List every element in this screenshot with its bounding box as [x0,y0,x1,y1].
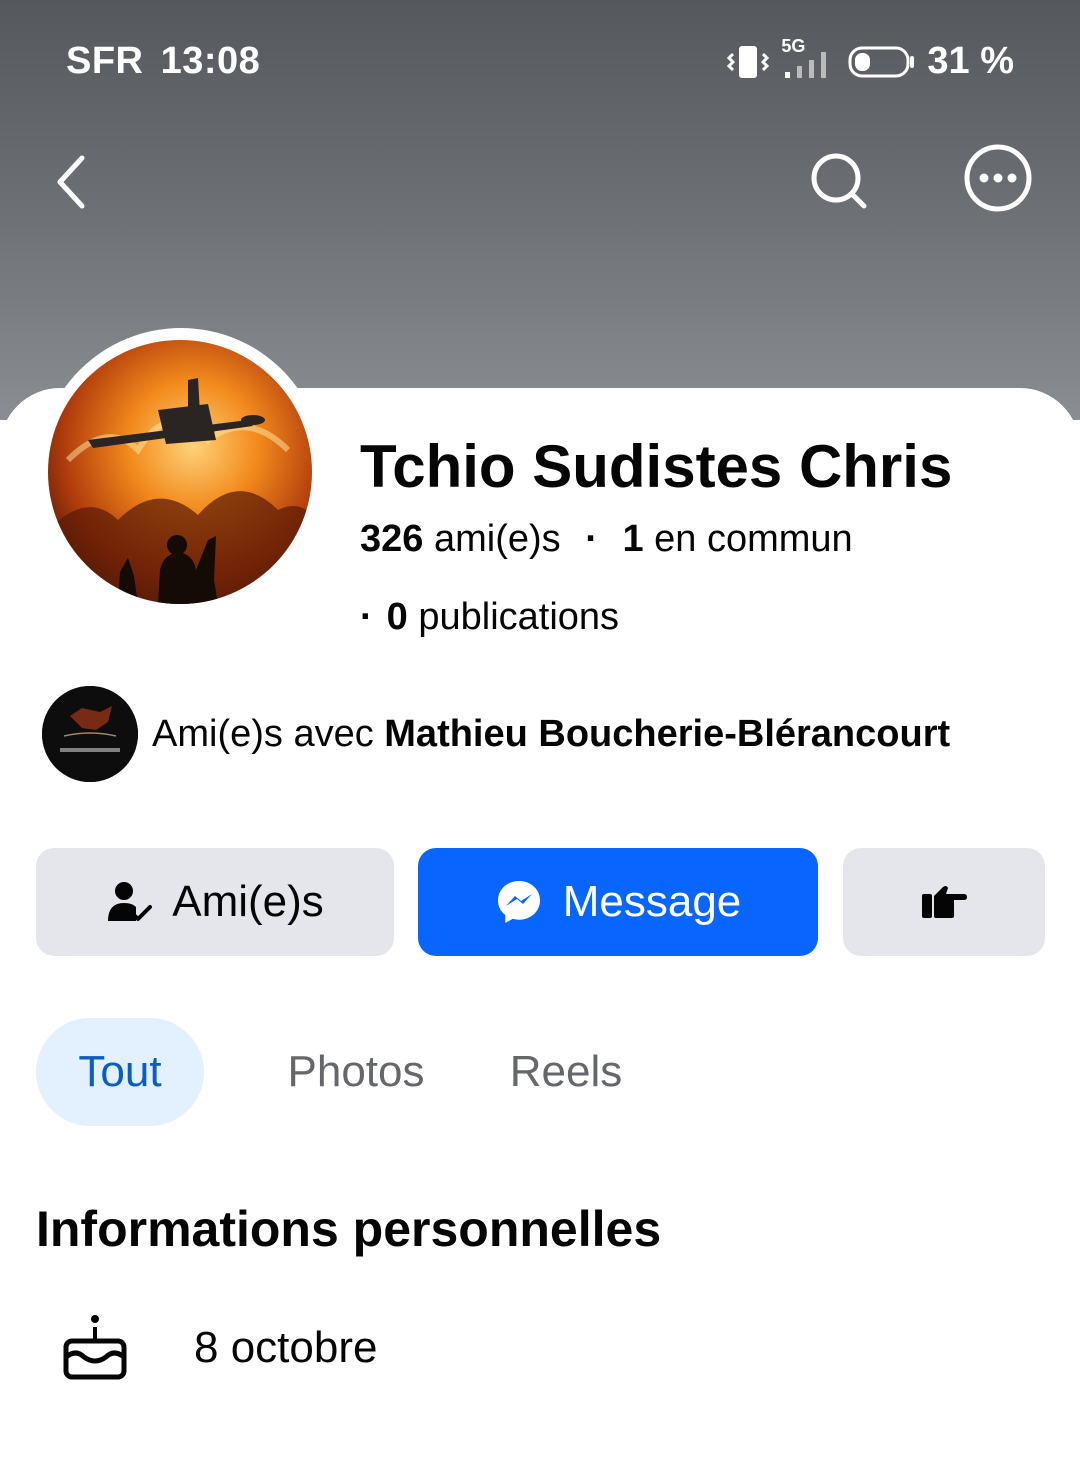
clock: 13:08 [160,40,261,82]
friends-label[interactable]: ami(e)s [434,518,561,560]
tab-photos[interactable]: Photos [256,1018,456,1126]
poke-button[interactable] [843,848,1045,956]
vibrate-icon [725,42,771,82]
mutual-friend-text[interactable]: Ami(e)s avec Mathieu Boucherie-Blérancou… [152,713,950,756]
signal-icon: 5G [781,36,837,82]
birthday-text: 8 octobre [194,1323,378,1372]
separator-dot: · [585,518,598,560]
profile-stats: 326 ami(e)s · 1 en commun [360,518,853,561]
message-button-label: Message [562,877,742,926]
chevron-left-icon[interactable] [44,140,104,220]
birthday-cake-icon [62,1313,128,1383]
profile-avatar[interactable] [48,340,312,604]
friends-count[interactable]: 326 [360,518,423,560]
mutual-friend-row[interactable]: Ami(e)s avec Mathieu Boucherie-Blérancou… [42,686,950,782]
profile-posts: · 0 publications [360,596,619,639]
status-bar: SFR 13:08 5G 31 % [0,30,1080,94]
message-button[interactable]: Message [418,848,818,956]
profile-name: Tchio Sudistes Chris [360,433,953,500]
messenger-icon [497,881,540,923]
search-icon[interactable] [800,142,880,222]
friends-button[interactable]: Ami(e)s [36,848,394,956]
carrier-label: SFR [66,40,144,82]
posts-count: 0 [386,596,408,638]
tab-all[interactable]: Tout [36,1018,204,1126]
mutual-count[interactable]: 1 [622,518,643,560]
friends-button-label: Ami(e)s [172,877,324,926]
friend-check-icon [108,882,153,921]
mutual-friend-avatar[interactable] [42,686,138,782]
top-navigation [0,130,1080,230]
poke-icon [922,886,967,918]
mutual-friend-name[interactable]: Mathieu Boucherie-Blérancourt [384,713,950,755]
mutual-prefix: Ami(e)s avec [152,712,374,755]
battery-percent: 31 % [927,40,1014,82]
birthday-row: 8 octobre [62,1312,377,1384]
status-right: 5G 31 % [725,36,1014,83]
mutual-label[interactable]: en commun [654,518,853,560]
tab-reels[interactable]: Reels [496,1018,636,1126]
more-icon[interactable] [960,142,1040,222]
battery-icon [847,42,917,82]
posts-label: publications [418,596,620,638]
section-title: Informations personnelles [36,1201,662,1257]
status-left: SFR 13:08 [66,40,260,83]
separator-dot: · [360,596,373,638]
